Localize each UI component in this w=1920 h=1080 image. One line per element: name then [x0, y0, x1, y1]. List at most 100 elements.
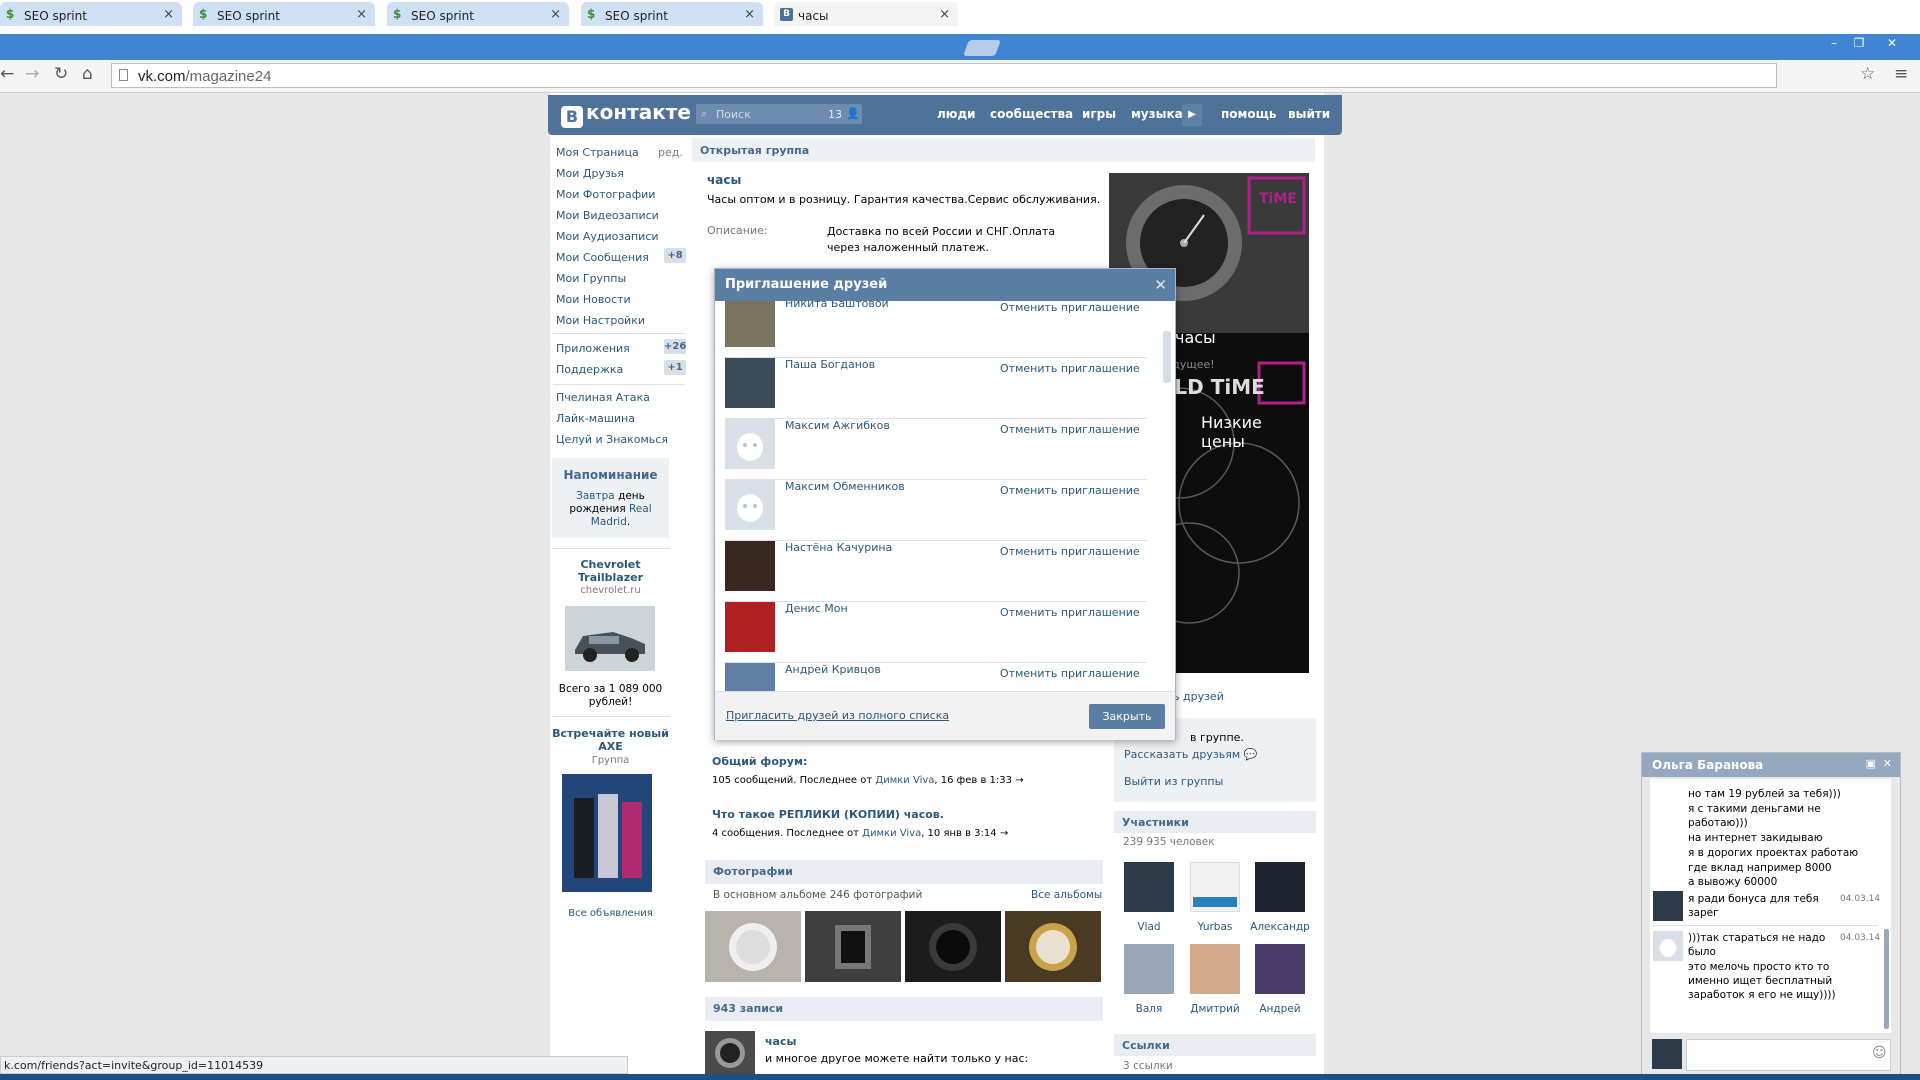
nav-music[interactable]: музыка: [1131, 107, 1183, 121]
leave-group-link[interactable]: Выйти из группы: [1124, 775, 1223, 788]
menu-edit[interactable]: ред.: [658, 146, 683, 159]
forum-arrow-icon[interactable]: →: [1015, 775, 1023, 786]
all-ads-link[interactable]: Все объявления: [552, 908, 669, 919]
links-header[interactable]: Ссылки: [1114, 1034, 1316, 1056]
menu-groups[interactable]: Мои Группы: [556, 272, 626, 285]
menu-apps[interactable]: Приложения: [556, 342, 630, 355]
forum-topic-title[interactable]: Что такое РЕПЛИКИ (КОПИИ) часов.: [712, 808, 944, 821]
member-name[interactable]: Андрей: [1250, 1003, 1310, 1015]
photo-thumb[interactable]: [705, 911, 801, 982]
tab-close-icon[interactable]: ×: [163, 7, 174, 22]
member-avatar[interactable]: [1255, 944, 1305, 994]
menu-videos[interactable]: Мои Видеозаписи: [556, 209, 659, 222]
friend-name[interactable]: Настёна Качурина: [785, 541, 892, 554]
nav-help[interactable]: помощь: [1221, 107, 1276, 121]
post-author[interactable]: часы: [765, 1035, 796, 1048]
bookmark-star-icon[interactable]: ☆: [1860, 64, 1875, 84]
member-avatar[interactable]: [1124, 862, 1174, 912]
nav-communities[interactable]: сообщества: [990, 107, 1073, 121]
friend-avatar[interactable]: [725, 301, 775, 347]
tab-close-icon[interactable]: ×: [939, 7, 950, 22]
cancel-invite-link[interactable]: Отменить приглашение: [1000, 301, 1140, 314]
chat-expand-icon[interactable]: ▣: [1866, 757, 1876, 770]
close-icon[interactable]: ✕: [1154, 276, 1167, 294]
browser-tab[interactable]: $ SEO sprint ×: [0, 2, 182, 26]
apps-count-badge[interactable]: +26: [664, 339, 686, 354]
post-avatar[interactable]: [705, 1031, 755, 1076]
tab-close-icon[interactable]: ×: [550, 7, 561, 22]
menu-app-kiss[interactable]: Целуй и Знакомься: [556, 433, 668, 446]
menu-app-bee-attack[interactable]: Пчелиная Атака: [556, 391, 650, 404]
photos-header[interactable]: Фотографии: [705, 860, 1103, 884]
cancel-invite-link[interactable]: Отменить приглашение: [1000, 606, 1140, 619]
chat-close-icon[interactable]: ✕: [1883, 757, 1892, 770]
photo-thumb[interactable]: [805, 911, 901, 982]
menu-photos[interactable]: Мои Фотографии: [556, 188, 655, 201]
cancel-invite-link[interactable]: Отменить приглашение: [1000, 484, 1140, 497]
browser-tab[interactable]: $ SEO sprint ×: [581, 2, 763, 26]
friend-avatar[interactable]: [725, 602, 775, 652]
members-header[interactable]: Участники: [1114, 811, 1316, 833]
reload-icon[interactable]: ↻: [54, 64, 68, 84]
member-name[interactable]: Дмитрий: [1183, 1003, 1247, 1015]
support-count-badge[interactable]: +1: [664, 360, 686, 375]
menu-audio[interactable]: Мои Аудиозаписи: [556, 230, 659, 243]
friend-name[interactable]: Паша Богданов: [785, 358, 875, 371]
forum-meta-author[interactable]: Димки Viva: [862, 828, 921, 839]
nav-games[interactable]: игры: [1082, 107, 1116, 121]
friend-avatar[interactable]: [725, 541, 775, 591]
chat-header[interactable]: Ольга Баранова ▣ ✕: [1642, 753, 1900, 777]
default-avatar-icon[interactable]: [725, 480, 775, 530]
menu-icon[interactable]: ≡: [1894, 64, 1908, 84]
friend-name[interactable]: Никита Баштовой: [785, 301, 889, 310]
member-name[interactable]: Vlad: [1124, 921, 1174, 933]
friend-avatar[interactable]: [725, 358, 775, 408]
address-bar[interactable]: vk.com/magazine24: [111, 63, 1777, 88]
nav-people[interactable]: люди: [937, 107, 976, 121]
tab-close-icon[interactable]: ×: [356, 7, 367, 22]
back-icon[interactable]: ←: [0, 64, 14, 84]
friend-name[interactable]: Максим Обменников: [785, 480, 905, 493]
nav-logout[interactable]: выйти: [1288, 107, 1330, 121]
friend-name[interactable]: Денис Мон: [785, 602, 848, 615]
messages-count-badge[interactable]: +8: [664, 248, 686, 263]
minimize-icon[interactable]: –: [1822, 35, 1846, 51]
dialog-scrollbar[interactable]: [1163, 331, 1171, 383]
friend-name[interactable]: Андрей Кривцов: [785, 663, 881, 676]
cancel-invite-link[interactable]: Отменить приглашение: [1000, 545, 1140, 558]
menu-settings[interactable]: Мои Настройки: [556, 314, 645, 327]
menu-my-page[interactable]: Моя Страница: [556, 146, 639, 159]
ad-car-image[interactable]: [565, 606, 655, 671]
chat-avatar[interactable]: [1653, 931, 1683, 961]
music-play-icon[interactable]: ▶: [1182, 104, 1202, 126]
member-name[interactable]: Yurbas: [1190, 921, 1240, 933]
search-input[interactable]: ⌕ Поиск 13 👤: [696, 104, 862, 124]
chat-input[interactable]: [1686, 1039, 1891, 1071]
member-name[interactable]: Валя: [1124, 1003, 1174, 1015]
posts-header[interactable]: 943 записи: [705, 997, 1103, 1021]
home-icon[interactable]: ⌂: [82, 64, 93, 84]
forum-arrow-icon[interactable]: →: [1000, 828, 1008, 839]
ad-axe-image[interactable]: [562, 774, 652, 892]
default-avatar-icon[interactable]: [725, 419, 775, 469]
tab-close-icon[interactable]: ×: [744, 7, 755, 22]
menu-app-like-machine[interactable]: Лайк-машина: [556, 412, 635, 425]
cancel-invite-link[interactable]: Отменить приглашение: [1000, 362, 1140, 375]
forum-meta-author[interactable]: Димки Viva: [875, 775, 934, 786]
menu-friends[interactable]: Мои Друзья: [556, 167, 624, 180]
smile-icon[interactable]: ☺: [1872, 1045, 1887, 1061]
close-button[interactable]: Закрыть: [1089, 704, 1165, 729]
invite-friends-link[interactable]: ь друзей: [1173, 690, 1224, 703]
chat-scrollbar[interactable]: [1884, 929, 1889, 1029]
member-avatar[interactable]: [1255, 862, 1305, 912]
member-avatar[interactable]: [1124, 944, 1174, 994]
menu-messages[interactable]: Мои Сообщения: [556, 251, 649, 264]
browser-tab-active[interactable]: В часы ×: [774, 2, 958, 26]
member-name[interactable]: Александр: [1245, 921, 1315, 933]
chat-avatar[interactable]: [1653, 891, 1683, 921]
tell-friends-link[interactable]: Рассказать друзьям 💬: [1124, 748, 1257, 761]
menu-news[interactable]: Мои Новости: [556, 293, 631, 306]
invite-full-list-link[interactable]: Пригласить друзей из полного списка: [726, 709, 949, 722]
vk-logo[interactable]: Вконтакте: [561, 100, 691, 128]
menu-support[interactable]: Поддержка: [556, 363, 623, 376]
